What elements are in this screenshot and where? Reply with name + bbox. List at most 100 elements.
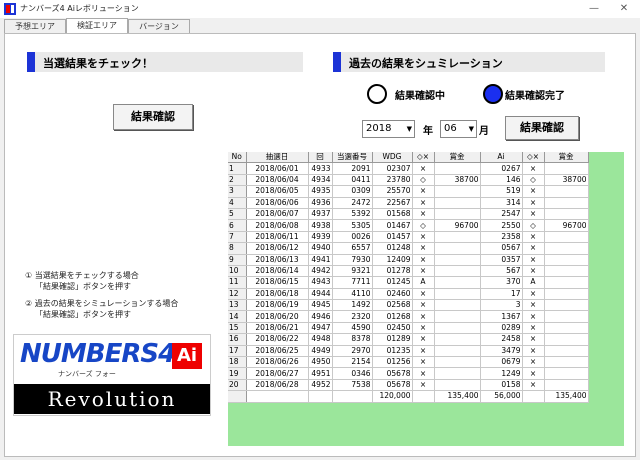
column-header[interactable]: 抽選日 — [246, 152, 309, 164]
table-row[interactable]: 11 2018/06/15 4943 7711 01245 A 370 A — [228, 276, 589, 289]
table-cell[interactable]: × — [522, 333, 545, 346]
table-cell[interactable]: 15 — [228, 322, 247, 335]
table-cell[interactable]: × — [522, 231, 545, 244]
minimize-button[interactable]: — — [580, 1, 608, 17]
table-cell[interactable]: 0679 — [480, 356, 523, 369]
check-result-button[interactable]: 結果確認 — [113, 104, 193, 130]
table-cell[interactable]: 01245 — [372, 276, 413, 289]
table-cell[interactable]: 20 — [228, 379, 247, 392]
table-cell[interactable] — [544, 185, 589, 198]
table-cell[interactable]: 2018/06/15 — [246, 276, 309, 289]
table-row[interactable]: 6 2018/06/08 4938 5305 01467 ◇ 96700 2550 ◇ 96700 — [228, 219, 589, 232]
table-cell[interactable] — [544, 379, 589, 392]
table-cell[interactable]: 6557 — [332, 242, 373, 255]
table-cell[interactable]: 4948 — [308, 333, 333, 346]
table-cell[interactable]: 7538 — [332, 379, 373, 392]
table-cell[interactable]: × — [412, 242, 435, 255]
table-cell[interactable]: × — [522, 288, 545, 301]
table-cell[interactable]: × — [412, 185, 435, 198]
table-cell[interactable]: × — [522, 242, 545, 255]
table-cell[interactable]: × — [522, 208, 545, 221]
table-cell[interactable]: 01268 — [372, 310, 413, 323]
table-cell[interactable]: × — [412, 333, 435, 346]
table-cell[interactable]: 2018/06/22 — [246, 333, 309, 346]
table-cell[interactable]: 12409 — [372, 254, 413, 266]
table-cell[interactable]: 01248 — [372, 242, 413, 255]
table-cell[interactable]: 4938 — [308, 219, 333, 232]
table-row[interactable]: 10 2018/06/14 4942 9321 01278 × 567 × — [228, 265, 589, 278]
table-cell[interactable]: ◇ — [522, 174, 545, 187]
table-cell[interactable] — [434, 333, 481, 346]
table-cell[interactable]: 2018/06/04 — [246, 174, 309, 187]
table-cell[interactable] — [434, 231, 481, 244]
table-cell[interactable]: 4937 — [308, 208, 333, 221]
table-cell[interactable]: × — [522, 345, 545, 358]
table-cell[interactable]: 1492 — [332, 299, 373, 312]
table-cell[interactable]: 2018/06/14 — [246, 265, 309, 278]
table-cell[interactable]: × — [522, 254, 545, 266]
table-cell[interactable]: × — [412, 379, 435, 392]
table-cell[interactable]: 2018/06/11 — [246, 231, 309, 244]
table-cell[interactable]: 5392 — [332, 208, 373, 221]
table-cell[interactable]: × — [522, 162, 545, 175]
table-cell[interactable]: 2018/06/08 — [246, 219, 309, 232]
table-cell[interactable]: 2018/06/28 — [246, 379, 309, 392]
table-cell[interactable]: 8378 — [332, 333, 373, 346]
table-cell[interactable]: 7 — [228, 231, 247, 244]
table-cell[interactable] — [544, 162, 589, 175]
table-cell[interactable] — [434, 276, 481, 289]
table-cell[interactable]: 05678 — [372, 379, 413, 392]
table-row[interactable]: 20 2018/06/28 4952 7538 05678 × 0158 × — [228, 379, 589, 392]
table-cell[interactable]: 2091 — [332, 162, 373, 175]
table-row[interactable]: 8 2018/06/12 4940 6557 01248 × 0567 × — [228, 242, 589, 255]
table-cell[interactable] — [544, 231, 589, 244]
table-cell[interactable]: 0289 — [480, 322, 523, 335]
table-cell[interactable]: 4944 — [308, 288, 333, 301]
table-cell[interactable]: 0346 — [332, 367, 373, 380]
year-select[interactable]: 2018 ▼ — [362, 120, 415, 138]
table-cell[interactable]: 10 — [228, 265, 247, 278]
table-cell[interactable]: 01256 — [372, 356, 413, 369]
table-cell[interactable]: × — [522, 322, 545, 335]
table-cell[interactable]: 370 — [480, 276, 523, 289]
table-cell[interactable]: × — [412, 254, 435, 266]
table-cell[interactable]: 2018/06/05 — [246, 185, 309, 198]
table-cell[interactable]: 4939 — [308, 231, 333, 244]
table-cell[interactable]: × — [412, 356, 435, 369]
table-cell[interactable] — [434, 197, 481, 209]
table-cell[interactable]: × — [412, 299, 435, 312]
table-cell[interactable]: 4950 — [308, 356, 333, 369]
table-cell[interactable]: 01467 — [372, 219, 413, 232]
table-cell[interactable]: 02568 — [372, 299, 413, 312]
table-cell[interactable] — [544, 276, 589, 289]
table-cell[interactable]: 02307 — [372, 162, 413, 175]
table-cell[interactable]: 2550 — [480, 219, 523, 232]
table-cell[interactable] — [544, 288, 589, 301]
table-cell[interactable]: 96700 — [544, 219, 589, 232]
table-cell[interactable]: 1367 — [480, 310, 523, 323]
table-cell[interactable]: 2018/06/01 — [246, 162, 309, 175]
table-cell[interactable]: 4943 — [308, 276, 333, 289]
table-cell[interactable]: × — [412, 162, 435, 175]
table-cell[interactable]: 96700 — [434, 219, 481, 232]
table-cell[interactable]: 2154 — [332, 356, 373, 369]
table-cell[interactable]: 4590 — [332, 322, 373, 335]
table-cell[interactable]: 01235 — [372, 345, 413, 358]
table-cell[interactable]: 4946 — [308, 310, 333, 323]
table-cell[interactable] — [434, 345, 481, 358]
month-select[interactable]: 06 ▼ — [440, 120, 477, 138]
column-header[interactable]: 賞金 — [434, 152, 481, 164]
table-cell[interactable]: 4952 — [308, 379, 333, 392]
table-cell[interactable]: 4933 — [308, 162, 333, 175]
table-cell[interactable]: 0411 — [332, 174, 373, 187]
table-cell[interactable]: 4110 — [332, 288, 373, 301]
simulation-check-button[interactable]: 結果確認 — [505, 116, 579, 140]
table-cell[interactable]: 2018/06/20 — [246, 310, 309, 323]
table-cell[interactable]: 01289 — [372, 333, 413, 346]
table-cell[interactable]: × — [522, 265, 545, 278]
table-cell[interactable]: 3479 — [480, 345, 523, 358]
tab-prediction[interactable]: 予想エリア — [4, 19, 66, 33]
column-header[interactable]: ◇× — [522, 152, 545, 164]
table-cell[interactable]: ◇ — [412, 219, 435, 232]
table-cell[interactable] — [544, 265, 589, 278]
